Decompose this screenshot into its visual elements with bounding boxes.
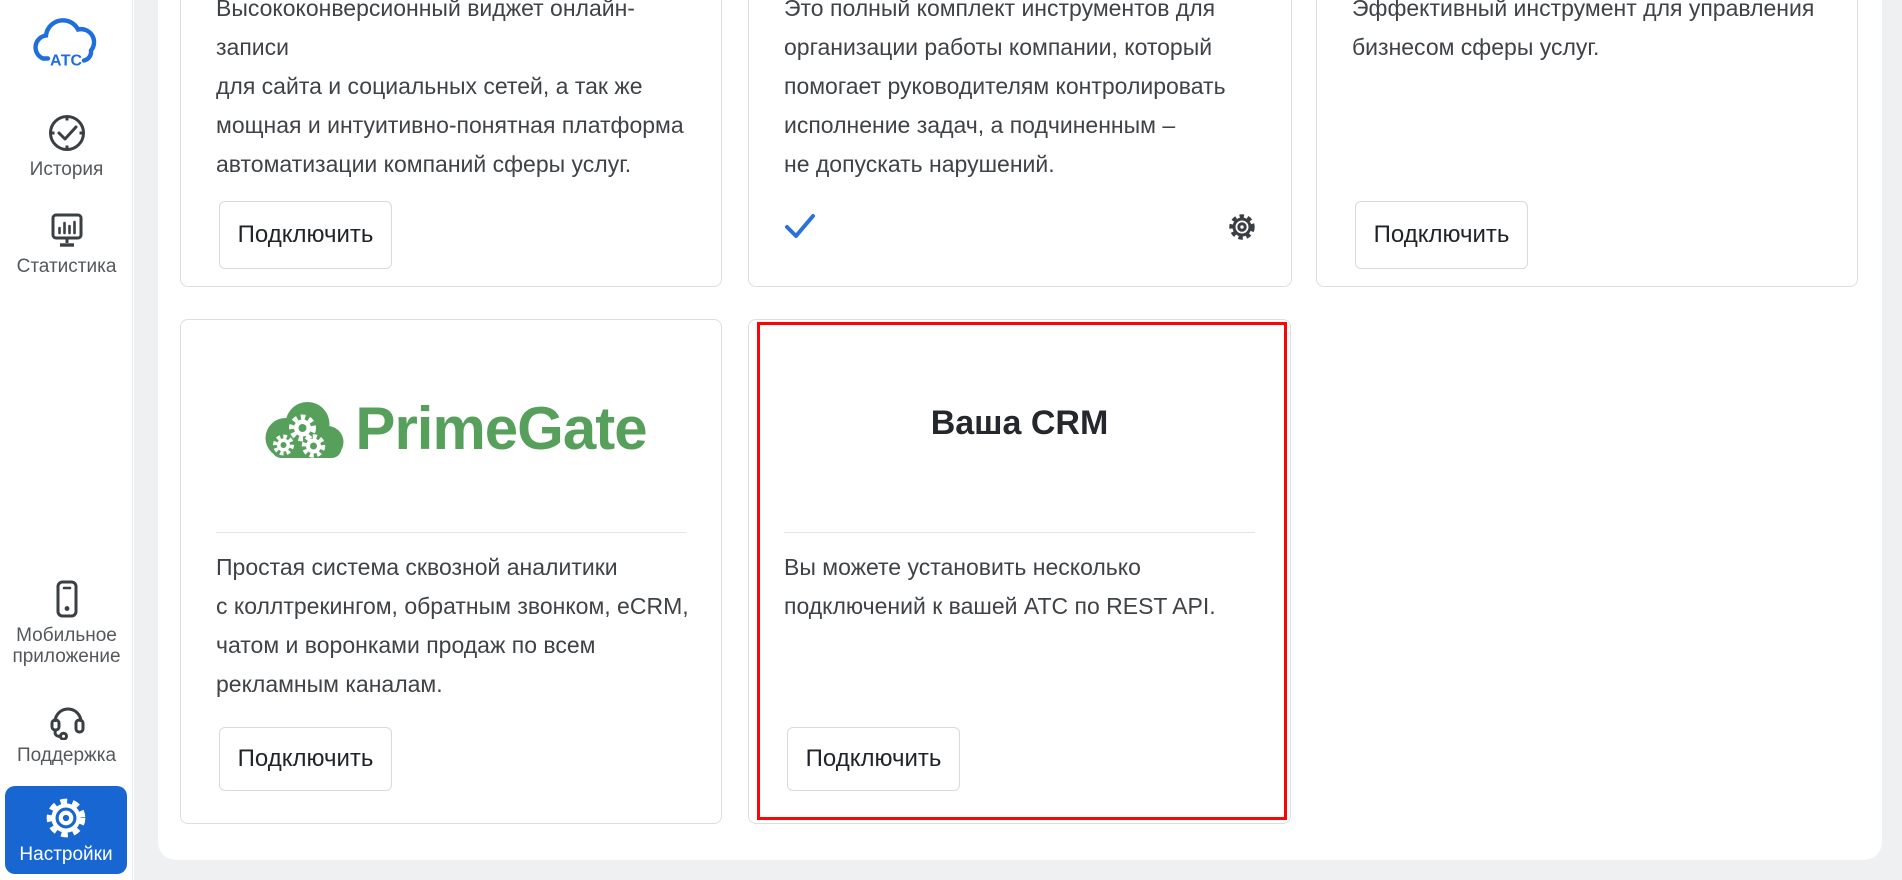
card-description: Вы можете установить несколько подключен…: [784, 548, 1260, 626]
atc-logo-label: АТС: [49, 53, 82, 70]
card-description: Эффективный инструмент для управления би…: [1352, 0, 1827, 67]
integration-card-primegate: PrimeGate Простая система сквозной анали…: [180, 319, 722, 824]
integration-card-business: Эффективный инструмент для управления би…: [1316, 0, 1858, 287]
integration-card-your-crm: Ваша CRM Вы можете установить несколько …: [748, 319, 1291, 824]
connected-check-icon: [784, 210, 816, 242]
atc-cloud-icon: АТС: [26, 10, 108, 72]
main-background: Высококонверсионный виджет онлайн-записи…: [134, 0, 1902, 880]
mobile-phone-icon: [46, 578, 88, 620]
headset-icon: [46, 698, 88, 740]
sidebar-item-history[interactable]: История: [0, 112, 133, 180]
sidebar: АТС История Статистик: [0, 0, 133, 880]
connect-button[interactable]: Подключить: [219, 201, 392, 269]
sidebar-item-label: История: [6, 159, 128, 180]
card-divider: [784, 532, 1255, 533]
sidebar-item-support[interactable]: Поддержка: [0, 698, 133, 766]
card-description: Высококонверсионный виджет онлайн-записи…: [216, 0, 691, 184]
sidebar-item-mobile-app[interactable]: Мобильное приложение: [0, 578, 133, 667]
clock-history-icon: [46, 112, 88, 154]
primegate-brand-text: PrimeGate: [355, 394, 646, 463]
integration-card-widget: Высококонверсионный виджет онлайн-записи…: [180, 0, 722, 287]
stats-monitor-icon: [46, 209, 88, 251]
sidebar-item-label: Настройки: [19, 844, 112, 866]
sidebar-item-label: Статистика: [6, 256, 128, 277]
primegate-logo: PrimeGate: [181, 382, 721, 474]
connect-button[interactable]: Подключить: [1355, 201, 1528, 269]
integrations-panel: Высококонверсионный виджет онлайн-записи…: [158, 0, 1882, 860]
integration-settings-gear-icon[interactable]: [1227, 212, 1257, 242]
sidebar-item-settings[interactable]: Настройки: [5, 786, 127, 874]
sidebar-item-label: Поддержка: [6, 745, 128, 766]
card-divider: [216, 532, 686, 533]
integration-card-toolkit: Это полный комплект инструментов для орг…: [748, 0, 1292, 287]
card-description: Это полный комплект инструментов для орг…: [784, 0, 1261, 184]
app-logo[interactable]: АТС: [0, 10, 133, 72]
sidebar-item-label: Мобильное приложение: [6, 625, 128, 667]
primegate-cloud-gears-icon: [255, 388, 351, 468]
card-title: Ваша CRM: [749, 404, 1290, 443]
connect-button[interactable]: Подключить: [787, 727, 960, 791]
card-description: Простая система сквозной аналитики с кол…: [216, 548, 691, 704]
sidebar-item-statistics[interactable]: Статистика: [0, 209, 133, 277]
gear-icon: [43, 795, 89, 841]
connect-button[interactable]: Подключить: [219, 727, 392, 791]
